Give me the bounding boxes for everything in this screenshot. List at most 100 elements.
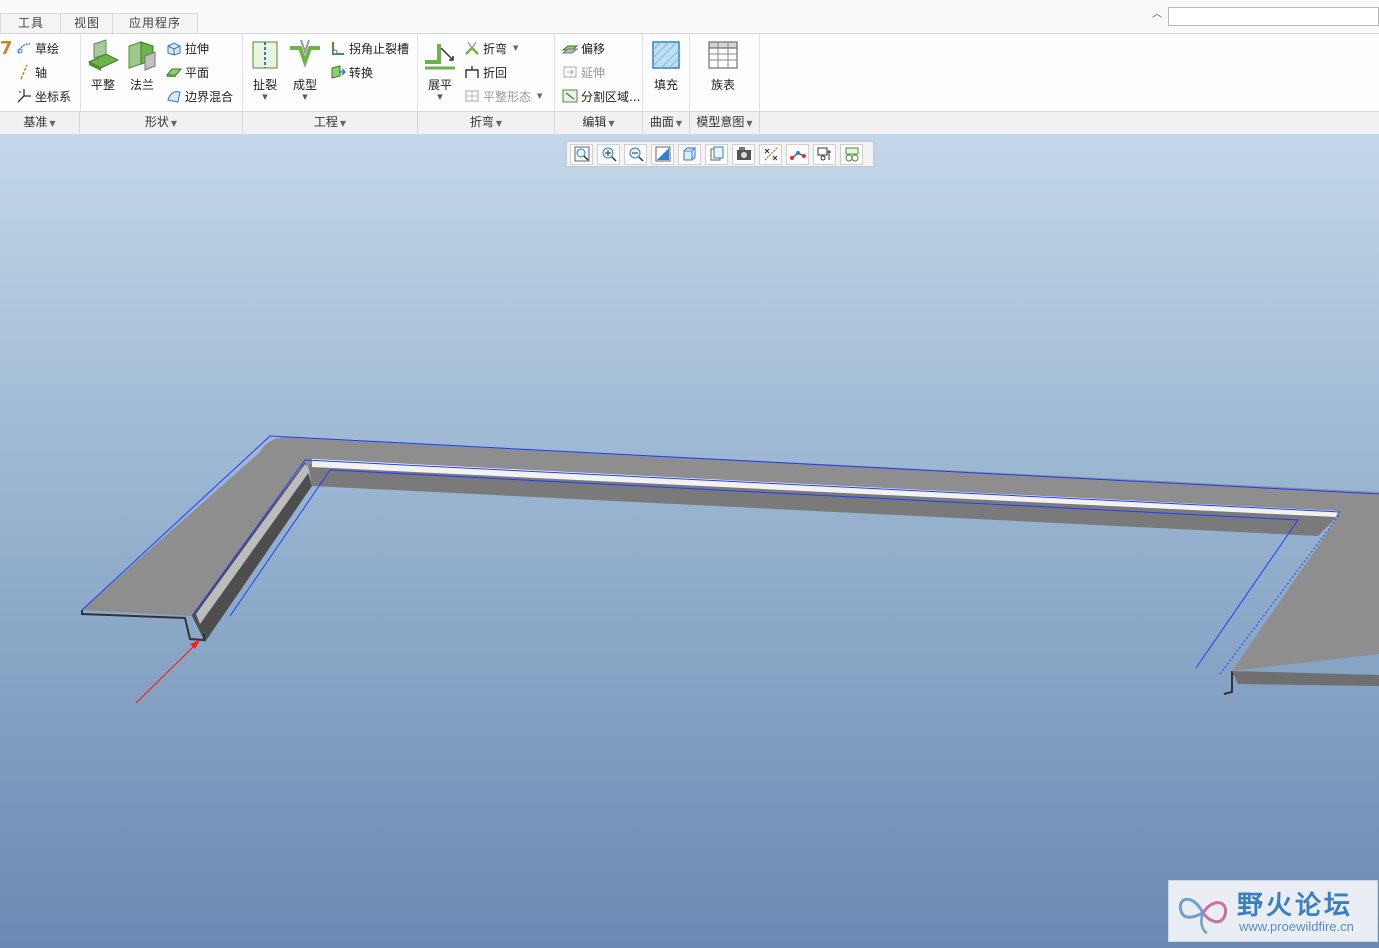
family-table-label: 族表 (710, 78, 735, 92)
flat-pattern-label: 平整形态 (483, 89, 532, 104)
datum-display-button[interactable] (759, 143, 782, 165)
collapse-ribbon-icon[interactable]: ︿ (1150, 9, 1164, 21)
form-label: 成型 (292, 78, 317, 92)
sheetmetal-model[interactable] (0, 134, 1379, 948)
tab-view[interactable]: 视图 (60, 13, 114, 33)
coordinate-system-button[interactable]: 坐标系 (16, 86, 71, 106)
rip-dropdown-icon[interactable]: ▼ (246, 94, 284, 101)
bend-button[interactable]: 折弯 ▼ (464, 38, 518, 58)
annotation-display-button[interactable] (813, 143, 836, 165)
tab-tools-label: 工具 (17, 16, 44, 30)
flat-pattern-dropdown-icon[interactable]: ▼ (537, 92, 542, 100)
refit-button[interactable] (570, 143, 593, 165)
group-separator (689, 34, 690, 111)
display-style-button[interactable] (678, 143, 701, 165)
group-separator (642, 34, 643, 111)
split-area-icon (562, 88, 578, 104)
view-manager-icon (736, 147, 751, 160)
planar-button[interactable]: 平面 (166, 62, 209, 82)
sketch-cut-partial: 7 (0, 37, 13, 59)
zoom-in-button[interactable] (597, 143, 620, 165)
graphics-window[interactable]: 野火论坛 www.proewildfire.cn (0, 134, 1379, 948)
tab-tools[interactable]: 工具 (0, 13, 62, 33)
split-area-label: 分割区域... (581, 89, 641, 104)
saved-orientations-button[interactable] (705, 143, 728, 165)
flat-pattern-icon (464, 88, 480, 104)
conversion-button[interactable]: 转换 (330, 62, 373, 82)
flange-wall-button[interactable]: 法兰 (123, 38, 161, 93)
group-engineering-label: 工程 (313, 115, 338, 129)
sketch-icon (16, 40, 32, 56)
split-area-button[interactable]: 分割区域... (562, 86, 640, 106)
boundary-blend-icon (166, 88, 182, 104)
axis-button[interactable]: 轴 (16, 62, 47, 82)
group-datum-label: 基准 (23, 115, 48, 129)
zoom-out-button[interactable] (624, 143, 647, 165)
group-surface[interactable]: 曲面 ▼ (643, 112, 690, 133)
search-input[interactable] (1168, 7, 1379, 26)
corner-relief-button[interactable]: 拐角止裂槽 (330, 38, 409, 58)
flange-wall-icon (125, 38, 159, 72)
flange-wall-label: 法兰 (129, 78, 154, 92)
group-shapes[interactable]: 形状 ▼ (80, 112, 243, 133)
form-button[interactable]: 成型 ▼ (286, 38, 324, 101)
tab-applications[interactable]: 应用程序 (112, 13, 198, 33)
offset-label: 偏移 (581, 41, 606, 56)
group-edit[interactable]: 编辑 ▼ (555, 112, 643, 133)
bend-icon (464, 40, 480, 56)
unbend-button[interactable]: 展平 ▼ (421, 38, 459, 101)
group-separator (242, 34, 243, 111)
group-engineering[interactable]: 工程 ▼ (243, 112, 418, 133)
refit-icon (574, 146, 589, 162)
coordinate-system-icon (16, 88, 32, 104)
repaint-button[interactable] (651, 143, 674, 165)
flat-wall-button[interactable]: 平整 (84, 38, 122, 93)
axis-icon (16, 64, 32, 80)
group-surface-label: 曲面 (649, 115, 674, 129)
rip-label: 扯裂 (252, 78, 277, 92)
extrude-button[interactable]: 拉伸 (166, 38, 209, 58)
boundary-blend-button[interactable]: 边界混合 (166, 86, 233, 106)
form-dropdown-icon[interactable]: ▼ (286, 94, 324, 101)
group-separator (554, 34, 555, 111)
flat-pattern-button[interactable]: 平整形态 ▼ (464, 86, 542, 106)
flat-wall-icon (86, 38, 120, 72)
offset-button[interactable]: 偏移 (562, 38, 605, 58)
group-separator (759, 34, 760, 111)
group-bend[interactable]: 折弯 ▼ (418, 112, 555, 133)
display-style-icon (683, 147, 696, 161)
ribbon-group-labels: 基准 ▼ 形状 ▼ 工程 ▼ 折弯 ▼ 编辑 ▼ 曲面 ▼ 模型意图 ▼ (0, 111, 1379, 134)
bend-back-button[interactable]: 折回 (464, 62, 507, 82)
forum-watermark: 野火论坛 www.proewildfire.cn (1168, 880, 1378, 942)
sheet-top-face (82, 437, 1379, 671)
bend-dropdown-icon[interactable]: ▼ (513, 44, 518, 52)
fill-label: 填充 (653, 78, 678, 92)
family-table-button[interactable]: 族表 (704, 38, 742, 93)
watermark-title: 野火论坛 (1237, 891, 1354, 921)
ribbon-tab-bar: 工具 视图 应用程序 ︿ (0, 0, 1379, 34)
extend-label: 延伸 (581, 65, 606, 80)
rip-button[interactable]: 扯裂 ▼ (246, 38, 284, 101)
annotation-display-icon (817, 147, 831, 161)
spin-center-button[interactable] (786, 143, 809, 165)
watermark-logo-icon (1178, 897, 1228, 935)
datum-display-icon (763, 147, 778, 161)
coordinate-system-label: 坐标系 (35, 89, 72, 104)
sketch-button[interactable]: 草绘 (16, 38, 59, 58)
unbend-dropdown-icon[interactable]: ▼ (421, 94, 459, 101)
view-manager-button[interactable] (732, 143, 755, 165)
right-flange-edge (1232, 671, 1379, 686)
group-datum[interactable]: 基准 ▼ (0, 112, 80, 133)
sketch-label: 草绘 (35, 41, 60, 56)
repaint-icon (655, 146, 670, 162)
flat-wall-label: 平整 (90, 78, 115, 92)
simplified-rep-button[interactable] (840, 143, 863, 165)
group-model-intent[interactable]: 模型意图 ▼ (690, 112, 760, 133)
extend-button[interactable]: 延伸 (562, 62, 605, 82)
extend-icon (562, 64, 578, 80)
group-edit-dropdown-icon: ▼ (608, 119, 615, 128)
group-bend-dropdown-icon: ▼ (495, 119, 503, 128)
conversion-icon (330, 64, 346, 80)
saved-orientations-icon (710, 146, 723, 161)
fill-button[interactable]: 填充 (647, 38, 685, 93)
